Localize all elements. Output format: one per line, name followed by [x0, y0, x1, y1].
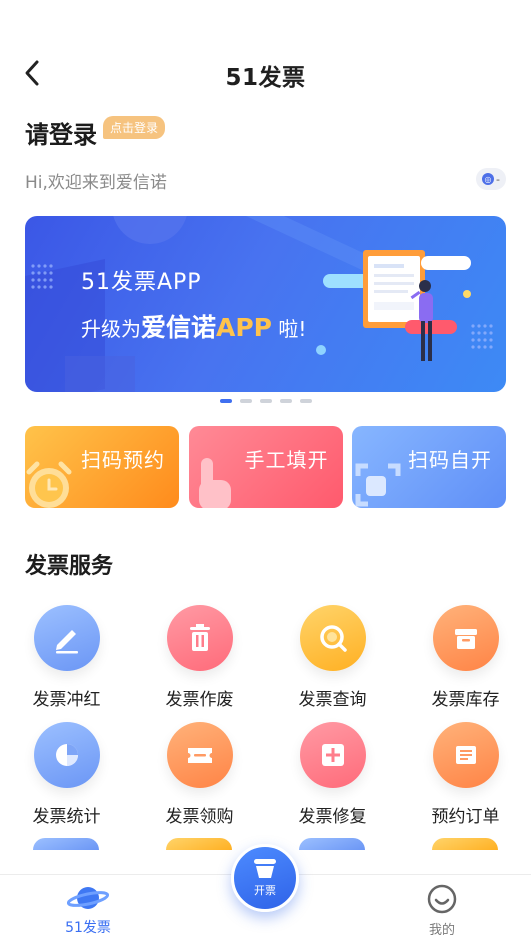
quick-action-manual-fill[interactable]: 手工填开 [188, 426, 343, 508]
banner-decoration [25, 216, 493, 392]
welcome-text: Hi,欢迎来到爱信诺 [25, 173, 167, 193]
service-reservations[interactable]: 预约订单 [399, 722, 531, 827]
pagination-dot[interactable] [259, 399, 272, 403]
tab-home[interactable]: 51发票 [38, 883, 138, 937]
banner-pagination [0, 399, 531, 403]
service-label: 发票统计 [32, 807, 101, 827]
quick-actions: 扫码预约 手工填开 扫码自开 [25, 426, 506, 508]
page-title: 51发票 [225, 65, 306, 91]
service-purchase[interactable]: 发票领购 [133, 722, 266, 827]
quick-action-scan-self[interactable]: 扫码自开 [352, 426, 506, 508]
planet-icon [66, 887, 110, 909]
logo-icon: ◎ [482, 173, 494, 185]
service-repair[interactable]: 发票修复 [266, 722, 399, 827]
alarm-clock-icon [26, 461, 72, 508]
pagination-dot[interactable] [239, 399, 252, 403]
service-peek [33, 838, 99, 850]
quick-action-label: 手工填开 [244, 448, 329, 472]
issue-invoice-button[interactable]: 开票 [231, 844, 299, 912]
ticket-icon [187, 748, 212, 763]
archive-box-icon [454, 629, 477, 649]
service-label: 发票作废 [165, 690, 234, 710]
pencil-icon [55, 630, 78, 654]
services-title: 发票服务 [25, 554, 114, 579]
service-credit-note[interactable]: 发票冲红 [0, 605, 133, 710]
service-peek [299, 838, 365, 850]
tab-label: 51发票 [65, 920, 111, 936]
service-label: 发票领购 [165, 807, 234, 827]
document-icon [455, 746, 476, 764]
service-label: 发票修复 [298, 807, 367, 827]
service-query[interactable]: 发票查询 [266, 605, 399, 710]
banner-app-text: APP [216, 313, 273, 342]
plus-square-icon [321, 744, 344, 766]
service-statistics[interactable]: 发票统计 [0, 722, 133, 827]
search-icon [319, 625, 347, 652]
quick-action-scan-reserve[interactable]: 扫码预约 [25, 426, 179, 508]
pagination-dot[interactable] [219, 399, 232, 403]
service-label: 预约订单 [431, 807, 500, 827]
service-peek [432, 838, 498, 850]
promo-banner[interactable]: 51发票APP 升级为爱信诺APP 啦! [25, 216, 506, 392]
service-label: 发票查询 [298, 690, 367, 710]
login-title[interactable]: 请登录 [25, 115, 97, 150]
service-label: 发票库存 [431, 690, 500, 710]
service-void[interactable]: 发票作废 [133, 605, 266, 710]
switch-chip[interactable]: ◎ - [476, 168, 506, 190]
tab-mine[interactable]: 我的 [392, 883, 492, 938]
service-label: 发票冲红 [32, 690, 101, 710]
login-row: 请登录 点击登录 [25, 115, 166, 150]
pie-chart-icon [55, 744, 78, 766]
invoice-stack-icon [254, 859, 276, 878]
login-button[interactable]: 点击登录 [103, 116, 166, 139]
banner-line-1: 51发票APP [81, 270, 202, 295]
service-inventory[interactable]: 发票库存 [399, 605, 531, 710]
smile-icon [427, 884, 457, 914]
pagination-dot[interactable] [279, 399, 292, 403]
tab-label: 我的 [428, 923, 455, 938]
scan-frame-icon [355, 463, 401, 507]
banner-brand: 爱信诺 [141, 313, 217, 342]
pagination-dot[interactable] [299, 399, 312, 403]
banner-line-2: 升级为爱信诺APP 啦! [81, 313, 307, 342]
service-peek [166, 838, 232, 850]
quick-action-label: 扫码预约 [81, 448, 165, 472]
center-label: 开票 [254, 884, 276, 897]
top-bar: 51发票 [0, 0, 531, 110]
trash-icon [189, 624, 210, 651]
quick-action-label: 扫码自开 [408, 448, 492, 472]
hand-pointer-icon [198, 458, 231, 508]
